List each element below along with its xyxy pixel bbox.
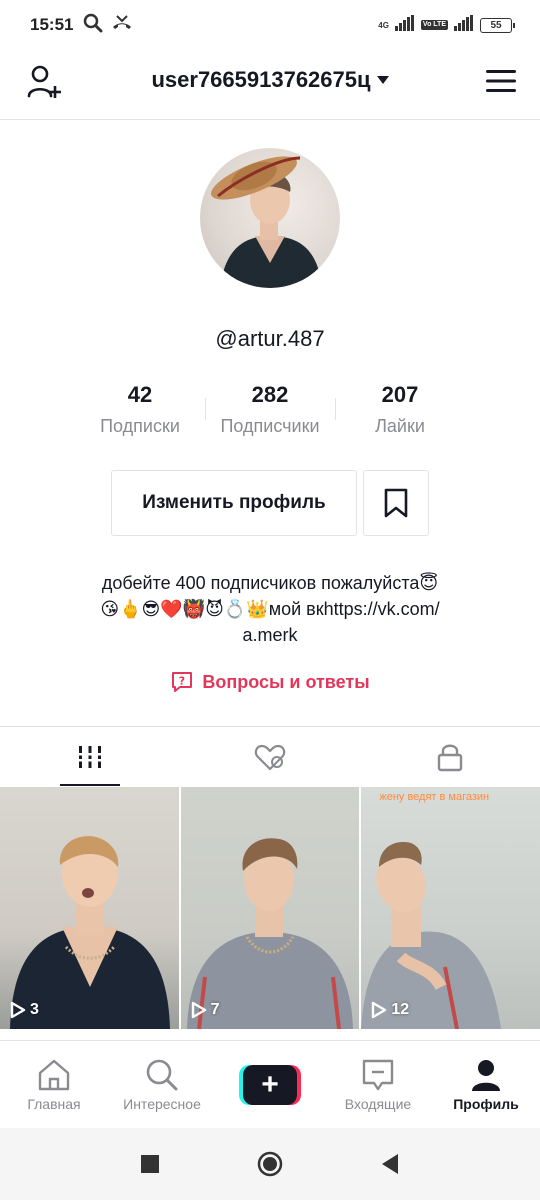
bookmark-icon bbox=[384, 488, 408, 518]
tab-liked[interactable] bbox=[180, 727, 360, 786]
avatar-image bbox=[211, 156, 322, 288]
qa-label: Вопросы и ответы bbox=[202, 671, 370, 692]
bio-line[interactable]: a.merk bbox=[40, 622, 500, 648]
battery-icon: 55 bbox=[480, 17, 515, 33]
network-type: 4G bbox=[378, 20, 389, 30]
nav-label: Интересное bbox=[123, 1095, 201, 1112]
search-icon bbox=[83, 13, 103, 38]
private-lock-icon bbox=[437, 744, 463, 771]
system-nav-bar bbox=[0, 1128, 540, 1200]
stat-following[interactable]: 42 Подписки bbox=[75, 380, 205, 437]
stat-value: 282 bbox=[251, 382, 289, 407]
battery-level: 55 bbox=[490, 19, 502, 31]
question-bubble-icon: ? bbox=[172, 672, 193, 692]
profile-handle: @artur.487 bbox=[215, 326, 325, 351]
video-caption: жену ведят в магазин bbox=[379, 791, 490, 803]
view-count: 3 bbox=[10, 1001, 39, 1019]
stat-value: 207 bbox=[381, 382, 419, 407]
view-count: 12 bbox=[371, 1001, 409, 1019]
view-count-value: 12 bbox=[391, 1001, 410, 1018]
add-user-icon bbox=[27, 65, 61, 98]
bottom-nav: Главная Интересное + Входящие Профиль bbox=[0, 1040, 540, 1128]
missed-call-icon bbox=[111, 13, 133, 38]
nav-inbox[interactable]: Входящие bbox=[324, 1041, 432, 1128]
nav-label: Входящие bbox=[344, 1095, 412, 1112]
video-thumbnail bbox=[10, 836, 170, 1029]
videos-grid-icon bbox=[77, 745, 103, 768]
status-time: 15:51 bbox=[30, 15, 74, 34]
hamburger-icon bbox=[486, 70, 516, 92]
favorites-button[interactable] bbox=[363, 470, 429, 536]
view-count: 7 bbox=[191, 1001, 220, 1019]
profile-bio: добейте 400 подписчиков пожалуйста😇 😘🖕😎❤… bbox=[40, 570, 500, 648]
video-tile[interactable]: 3 bbox=[0, 787, 179, 1029]
create-icon: + bbox=[239, 1064, 301, 1105]
profile-header: user7665913762675ц bbox=[0, 50, 540, 120]
stat-likes[interactable]: 207 Лайки bbox=[335, 380, 465, 437]
back-button[interactable] bbox=[376, 1150, 404, 1178]
edit-profile-button[interactable]: Изменить профиль bbox=[111, 470, 357, 536]
bio-line[interactable]: 😘🖕😎❤️👹😈💍👑мой вкhttps://vk.com/ bbox=[40, 596, 500, 622]
bio-line: добейте 400 подписчиков пожалуйста😇 bbox=[101, 573, 439, 593]
profile-icon bbox=[472, 1059, 500, 1091]
home-button[interactable] bbox=[256, 1150, 284, 1178]
video-thumbnail bbox=[186, 838, 353, 1029]
circle-icon bbox=[257, 1151, 283, 1177]
video-grid: 3 7 жену ведят в магазин 12 bbox=[0, 787, 540, 1029]
home-icon bbox=[38, 1059, 70, 1090]
video-tile[interactable]: жену ведят в магазин 12 bbox=[361, 787, 540, 1029]
search-icon bbox=[146, 1059, 178, 1090]
square-icon bbox=[141, 1155, 159, 1173]
stat-label: Подписчики bbox=[220, 416, 320, 436]
svg-text:?: ? bbox=[179, 675, 185, 688]
nav-label: Главная bbox=[27, 1095, 81, 1112]
nav-create[interactable]: + bbox=[216, 1041, 324, 1128]
stat-followers[interactable]: 282 Подписчики bbox=[205, 380, 335, 437]
menu-button[interactable] bbox=[484, 64, 518, 98]
play-icon bbox=[10, 1001, 26, 1019]
tab-private[interactable] bbox=[360, 727, 540, 786]
volte-badge: Vo LTE bbox=[420, 20, 448, 30]
content-tabs bbox=[0, 726, 540, 786]
nav-home[interactable]: Главная bbox=[0, 1041, 108, 1128]
inbox-icon bbox=[362, 1059, 394, 1090]
video-tile[interactable]: 7 bbox=[180, 787, 360, 1029]
avatar[interactable] bbox=[200, 148, 340, 288]
nav-discover[interactable]: Интересное bbox=[108, 1041, 216, 1128]
play-icon bbox=[372, 1001, 387, 1019]
triangle-back-icon bbox=[382, 1154, 398, 1174]
stat-label: Лайки bbox=[375, 416, 425, 436]
account-switcher[interactable]: user7665913762675ц bbox=[150, 50, 390, 110]
status-bar: 15:51 4G Vo LTE 55 bbox=[0, 0, 540, 50]
profile-stats: 42 Подписки 282 Подписчики 207 Лайки bbox=[0, 380, 540, 437]
recents-button[interactable] bbox=[136, 1150, 164, 1178]
nav-profile[interactable]: Профиль bbox=[432, 1041, 540, 1128]
signal-icon bbox=[394, 14, 415, 36]
view-count-value: 7 bbox=[210, 1001, 220, 1018]
nav-label: Профиль bbox=[453, 1095, 519, 1112]
view-count-value: 3 bbox=[30, 1001, 39, 1018]
add-friend-button[interactable] bbox=[24, 62, 66, 102]
stat-label: Подписки bbox=[100, 416, 180, 436]
play-icon bbox=[191, 1001, 206, 1019]
header-username: user7665913762675ц bbox=[151, 67, 371, 92]
qa-link[interactable]: ? Вопросы и ответы bbox=[0, 670, 540, 694]
video-thumbnail bbox=[361, 842, 502, 1029]
liked-heart-icon bbox=[254, 744, 286, 770]
signal-icon-2 bbox=[454, 14, 474, 36]
tab-videos[interactable] bbox=[0, 727, 180, 786]
stat-value: 42 bbox=[127, 382, 153, 407]
caret-down-icon bbox=[376, 76, 389, 84]
